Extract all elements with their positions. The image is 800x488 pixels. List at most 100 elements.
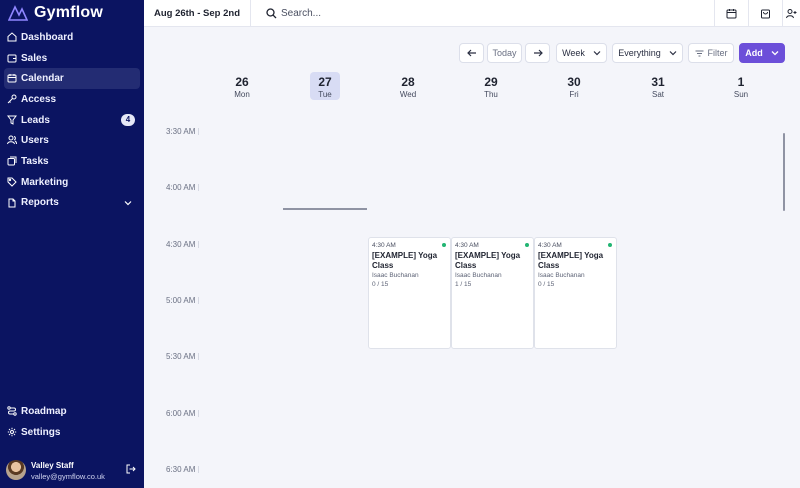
user-name: Valley Staff <box>31 461 74 470</box>
cart-button[interactable] <box>748 0 782 26</box>
user-plus-icon <box>786 8 797 18</box>
sidebar-item-tasks[interactable]: Tasks <box>4 151 140 172</box>
calendar-shortcut-button[interactable] <box>714 0 748 26</box>
day-name: Thu <box>484 90 498 99</box>
time-tick <box>198 184 199 191</box>
day-number: 29 <box>484 75 498 89</box>
gymflow-logo-icon <box>8 5 28 21</box>
event-time: 4:30 AM <box>455 242 479 249</box>
time-tick <box>198 353 199 360</box>
sidebar-item-sales[interactable]: Sales <box>4 48 140 69</box>
sidebar-item-label: Leads <box>21 114 50 126</box>
calendar-scrollbar[interactable] <box>783 133 785 211</box>
sidebar-item-leads[interactable]: Leads 4 <box>4 110 140 131</box>
sidebar-item-label: Calendar <box>21 73 64 85</box>
search-input[interactable] <box>281 7 451 19</box>
scope-select[interactable]: Everything <box>612 43 683 63</box>
today-button[interactable]: Today <box>487 43 522 63</box>
sidebar-item-calendar[interactable]: Calendar <box>4 68 140 90</box>
sidebar-item-label: Settings <box>21 426 61 438</box>
day-header-sat[interactable]: 31 Sat <box>643 72 673 100</box>
day-number: 31 <box>651 75 665 89</box>
event-card[interactable]: 4:30 AM [EXAMPLE] Yoga Class Isaac Bucha… <box>368 237 451 349</box>
next-week-button[interactable] <box>525 43 550 63</box>
filter-button[interactable]: Filter <box>688 43 734 63</box>
sidebar-item-marketing[interactable]: Marketing <box>4 172 140 193</box>
sidebar-bottom-nav: Roadmap Settings <box>0 401 144 442</box>
day-header-mon[interactable]: 26 Mon <box>227 72 257 100</box>
time-label: 5:30 AM <box>166 352 196 361</box>
user-profile[interactable]: Valley Staff valley@gymflow.co.uk <box>6 458 140 484</box>
sidebar-item-reports[interactable]: Reports <box>4 193 140 214</box>
event-card[interactable]: 4:30 AM [EXAMPLE] Yoga Class Isaac Bucha… <box>534 237 617 349</box>
logout-icon[interactable] <box>126 464 136 474</box>
day-header-fri[interactable]: 30 Fri <box>559 72 589 100</box>
sidebar-item-label: Marketing <box>21 176 69 188</box>
status-dot <box>608 243 612 247</box>
day-number: 28 <box>401 75 415 89</box>
day-name: Tue <box>318 90 332 99</box>
chevron-down-icon <box>771 51 779 56</box>
roadmap-icon <box>7 406 17 416</box>
event-coach: Isaac Buchanan <box>538 272 585 279</box>
add-button[interactable]: Add <box>739 43 785 63</box>
status-dot <box>442 243 446 247</box>
day-header-sun[interactable]: 1 Sun <box>726 72 756 100</box>
event-coach: Isaac Buchanan <box>372 272 419 279</box>
day-number: 1 <box>737 75 745 89</box>
event-time: 4:30 AM <box>538 242 562 249</box>
scope-select-value: Everything <box>618 48 661 58</box>
time-label: 6:30 AM <box>166 465 196 474</box>
sidebar-item-users[interactable]: Users <box>4 130 140 151</box>
day-header-thu[interactable]: 29 Thu <box>476 72 506 100</box>
add-member-button[interactable] <box>782 0 800 26</box>
home-icon <box>7 32 17 42</box>
view-select[interactable]: Week <box>556 43 607 63</box>
funnel-icon <box>7 115 17 125</box>
arrow-left-icon <box>466 49 476 57</box>
view-select-value: Week <box>562 48 585 58</box>
previous-week-button[interactable] <box>459 43 484 63</box>
gear-icon <box>7 427 17 436</box>
filter-button-label: Filter <box>707 48 728 58</box>
event-time: 4:30 AM <box>372 242 396 249</box>
chevron-down-icon <box>593 51 601 56</box>
sidebar-item-label: Access <box>21 93 57 105</box>
shopping-bag-icon <box>761 9 770 18</box>
day-header-tue[interactable]: 27 Tue <box>310 72 340 100</box>
filter-lines-icon <box>695 50 703 56</box>
sidebar-item-access[interactable]: Access <box>4 89 140 110</box>
tag-icon <box>7 177 17 187</box>
event-title: [EXAMPLE] Yoga Class <box>538 251 604 270</box>
event-capacity: 0 / 15 <box>372 281 389 288</box>
time-label: 4:30 AM <box>166 240 196 249</box>
sidebar-item-settings[interactable]: Settings <box>4 422 140 443</box>
date-range[interactable]: Aug 26th - Sep 2nd <box>144 0 251 26</box>
time-tick <box>198 466 199 473</box>
day-number: 27 <box>318 75 332 89</box>
event-card[interactable]: 4:30 AM [EXAMPLE] Yoga Class Isaac Bucha… <box>451 237 534 349</box>
sidebar-item-dashboard[interactable]: Dashboard <box>4 27 140 48</box>
day-name: Fri <box>569 90 579 99</box>
day-header-wed[interactable]: 28 Wed <box>393 72 423 100</box>
add-button-label: Add <box>745 48 763 58</box>
sidebar-item-label: Reports <box>21 197 59 209</box>
event-title: [EXAMPLE] Yoga Class <box>455 251 521 270</box>
time-label: 3:30 AM <box>166 127 196 136</box>
search-icon <box>266 7 277 18</box>
sidebar-item-roadmap[interactable]: Roadmap <box>4 401 140 422</box>
brand[interactable]: Gymflow <box>8 3 103 23</box>
sidebar-item-label: Dashboard <box>21 31 74 43</box>
chevron-down-icon[interactable] <box>124 199 132 207</box>
brand-name: Gymflow <box>34 4 103 21</box>
time-label: 4:00 AM <box>166 183 196 192</box>
search-box[interactable] <box>266 6 466 20</box>
status-dot <box>525 243 529 247</box>
event-title: [EXAMPLE] Yoga Class <box>372 251 438 270</box>
event-capacity: 1 / 15 <box>455 281 472 288</box>
top-bar: Aug 26th - Sep 2nd <box>144 0 800 27</box>
time-label: 6:00 AM <box>166 409 196 418</box>
time-tick <box>198 410 199 417</box>
sidebar-item-label: Users <box>21 135 49 147</box>
users-icon <box>7 135 17 145</box>
